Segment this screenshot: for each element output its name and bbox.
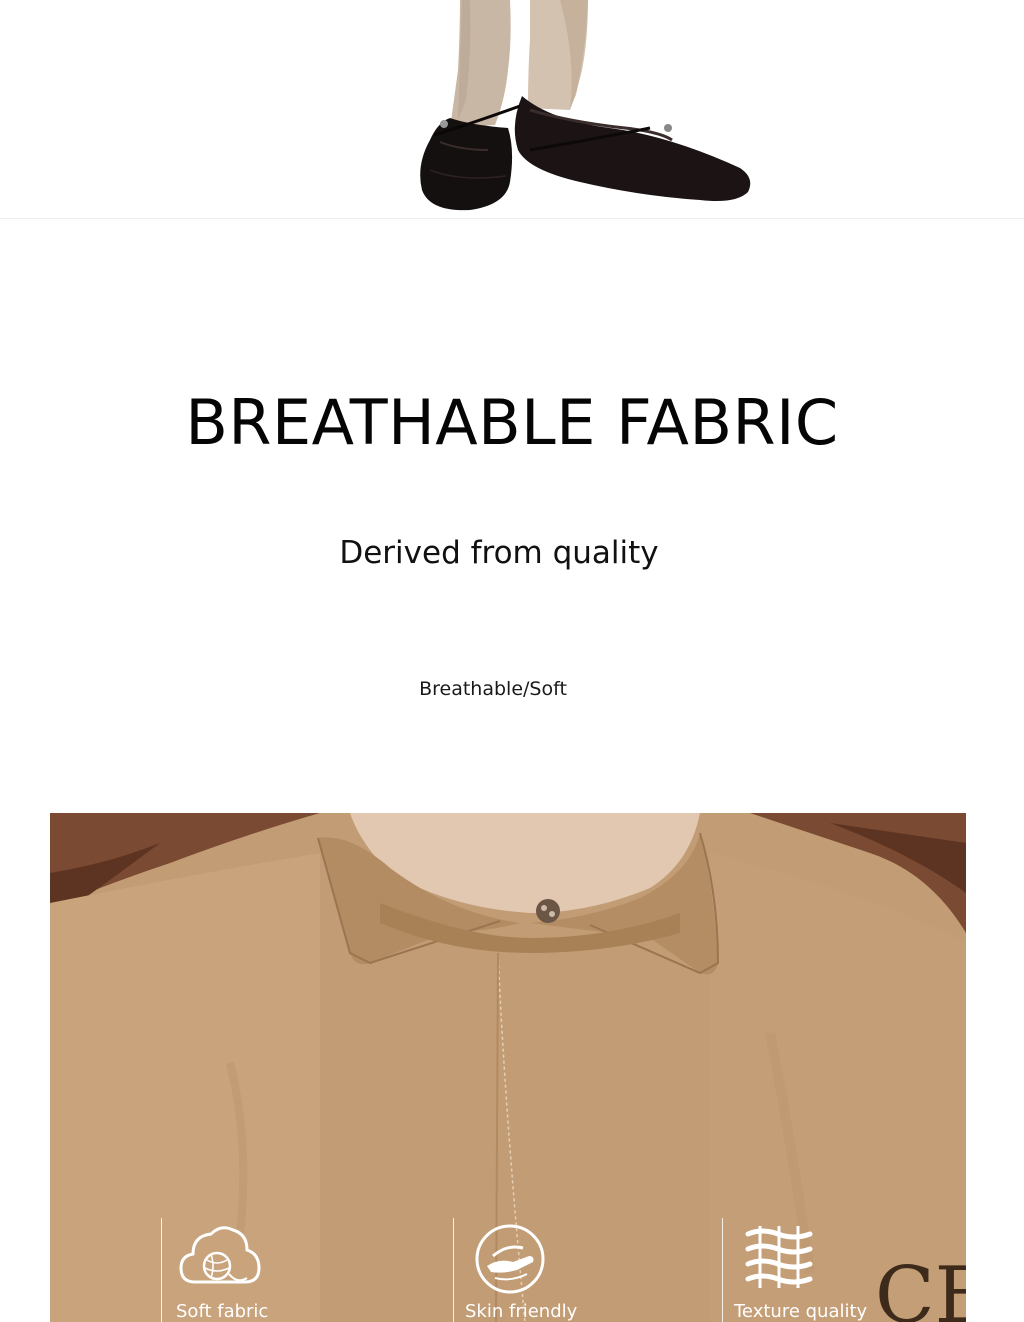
- feature-divider: [453, 1218, 454, 1322]
- feature-label: Skin friendly: [465, 1301, 578, 1322]
- feature-soft-fabric: Soft fabric: [161, 1218, 361, 1322]
- feature-skin-friendly: Skin friendly: [453, 1218, 653, 1322]
- feature-texture-quality: Texture quality: [722, 1218, 922, 1322]
- feature-divider: [161, 1218, 162, 1322]
- legs-with-flats-image: [420, 0, 751, 211]
- section-tagline: Breathable/Soft: [419, 678, 567, 700]
- feature-label: Texture quality: [734, 1301, 868, 1322]
- section-subtitle: Derived from quality: [339, 535, 659, 571]
- feature-label: Soft fabric: [176, 1301, 269, 1322]
- feature-divider: [722, 1218, 723, 1322]
- section-title: BREATHABLE FABRIC: [185, 386, 839, 459]
- shoe-photo: [0, 0, 1024, 219]
- shirt-collar-photo: CE Soft fabric Skin friendly Texture qua…: [50, 813, 966, 1322]
- product-detail-page: BREATHABLE FABRIC Derived from quality B…: [0, 0, 1024, 1322]
